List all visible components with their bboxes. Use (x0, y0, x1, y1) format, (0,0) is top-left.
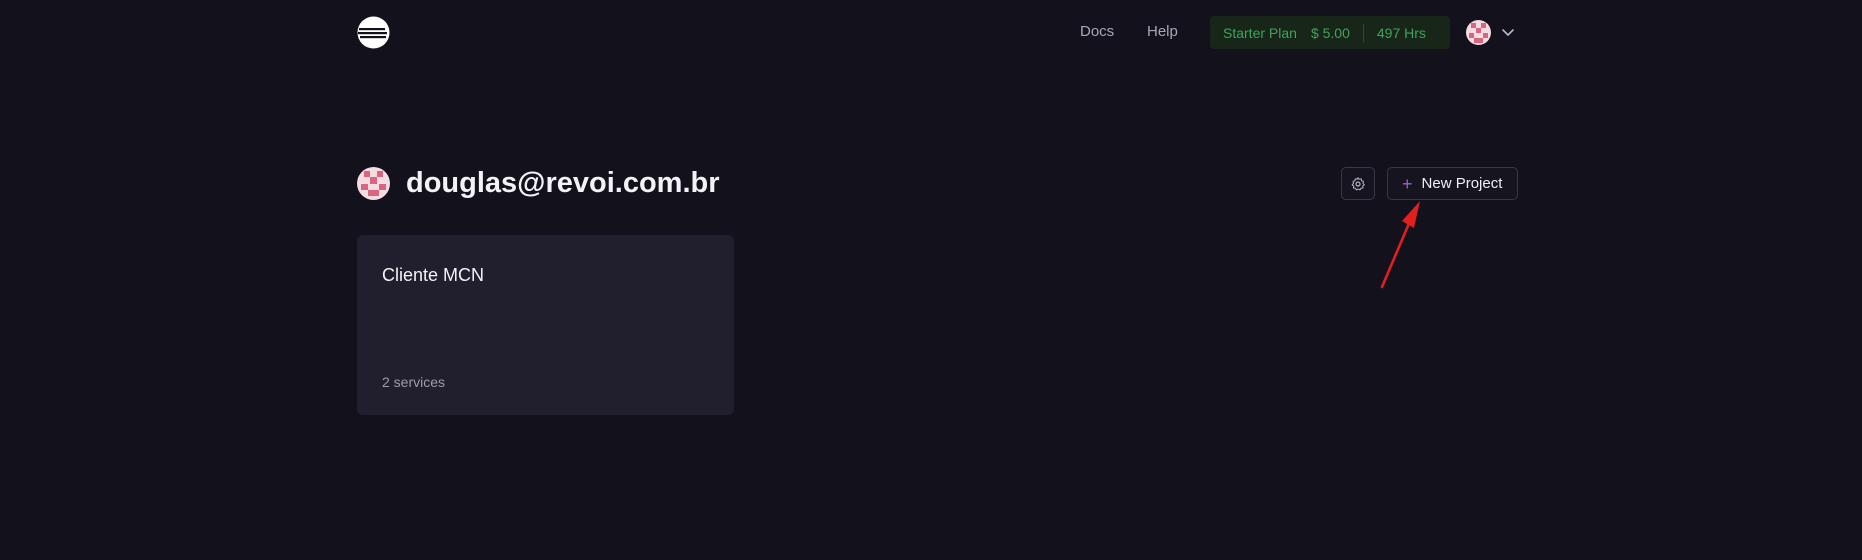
new-project-button[interactable]: + New Project (1387, 167, 1518, 200)
plan-hours: 497 Hrs (1376, 24, 1426, 41)
project-name: Cliente MCN (382, 265, 485, 285)
annotation-arrow-icon (1380, 201, 1420, 289)
avatar-icon (1466, 20, 1491, 45)
project-card[interactable]: Cliente MCN 2 services (357, 235, 734, 415)
plan-divider (1362, 23, 1364, 42)
nav-docs-link[interactable]: Docs (1080, 22, 1114, 42)
railway-logo-icon[interactable] (357, 16, 390, 49)
plus-icon: + (1402, 173, 1413, 194)
settings-button[interactable] (1341, 167, 1375, 200)
plan-badge[interactable]: Starter Plan $ 5.00 497 Hrs (1210, 16, 1450, 49)
new-project-label: New Project (1421, 175, 1503, 192)
account-avatar (357, 167, 390, 200)
user-avatar-menu[interactable] (1466, 20, 1491, 45)
chevron-down-icon[interactable] (1501, 25, 1515, 39)
nav-help-link[interactable]: Help (1147, 22, 1178, 42)
plan-price: $ 5.00 (1310, 24, 1350, 41)
plan-name: Starter Plan (1223, 24, 1297, 41)
gear-icon (1351, 176, 1365, 190)
project-services-count: 2 services (382, 374, 446, 390)
avatar-icon (357, 167, 390, 200)
top-nav: Docs Help Starter Plan $ 5.00 497 Hrs (0, 0, 1862, 64)
page-title: douglas@revoi.com.br (406, 167, 720, 199)
